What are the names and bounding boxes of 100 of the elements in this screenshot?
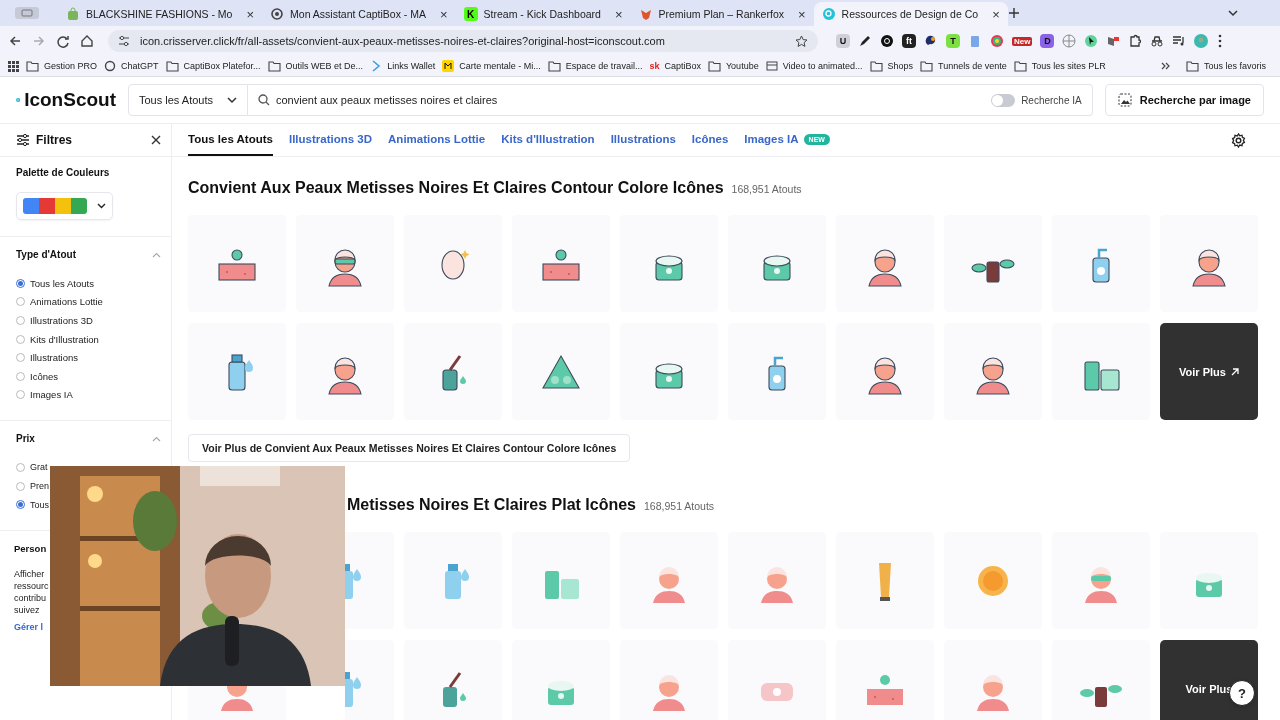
radio-option[interactable]: Icônes [16,370,58,382]
pen-icon[interactable] [858,34,872,48]
radio-option[interactable]: Tous [16,499,49,510]
icon-thumbnail[interactable] [345,532,394,629]
icon-thumbnail[interactable] [188,323,286,420]
chevron-icon[interactable] [152,251,161,258]
icon-thumbnail[interactable] [1052,532,1150,629]
forward-icon[interactable] [32,34,46,48]
close-icon[interactable]: × [992,6,1000,22]
icon-thumbnail[interactable] [512,640,610,720]
bookmark-item[interactable]: Video to animated... [765,60,863,72]
ring-icon[interactable] [880,34,894,48]
close-icon[interactable]: × [797,6,806,22]
icon-thumbnail[interactable] [836,640,934,720]
icon-thumbnail[interactable] [1052,640,1150,720]
bookmark-item[interactable]: Shops [869,60,914,72]
radio-option[interactable]: Kits d'Illustration [16,333,99,345]
icon-thumbnail[interactable] [944,215,1042,312]
see-all-button[interactable]: Voir Plus de Convient Aux Peaux Metisses Noires Et Claires Contour Colore Icônes [188,434,631,462]
see-more-button[interactable]: Voir Plus [1160,323,1258,420]
icon-thumbnail[interactable] [1160,215,1258,312]
chevron-icon[interactable] [152,435,161,442]
site-settings-icon[interactable] [118,35,130,47]
asset-tab[interactable]: Kits d'Illustration [501,124,595,156]
globe-icon[interactable] [1062,34,1077,48]
bookmark-item[interactable]: Tous les favoris [1185,60,1266,72]
bookmark-item[interactable]: Outils WEB et De... [267,60,364,72]
asset-tab[interactable]: Icônes [691,124,729,156]
asset-tab[interactable]: Illustrations 3D [289,124,373,156]
icon-thumbnail[interactable] [512,532,610,629]
icon-thumbnail[interactable] [728,640,826,720]
new-tab-icon[interactable] [1007,7,1020,19]
incognito-icon[interactable] [1150,34,1165,48]
icon-thumbnail[interactable] [188,215,286,312]
icon-thumbnail[interactable] [296,323,394,420]
close-icon[interactable]: × [246,6,255,22]
color-palette-dropdown[interactable] [16,192,113,220]
asset-tab[interactable]: Tous les Atouts [188,124,273,156]
icon-thumbnail[interactable] [404,640,502,720]
bookmark-item[interactable]: Tunnels de vente [920,60,1007,72]
bookmark-item[interactable]: Gestion PRO [26,60,98,72]
icon-thumbnail[interactable] [944,323,1042,420]
icon-thumbnail[interactable] [404,323,502,420]
image-search-button[interactable]: Recherche par image [1104,84,1264,116]
bookmark-item[interactable]: Links Wallet [370,60,436,72]
extension-icon[interactable]: T [946,34,960,48]
reload-icon[interactable] [56,34,70,48]
icon-thumbnail[interactable] [728,215,826,312]
close-icon[interactable] [151,135,161,145]
icon-thumbnail[interactable] [620,532,718,629]
flag-icon[interactable] [1106,34,1121,48]
radio-option[interactable]: Tous les Atouts [16,277,94,289]
more-menu-icon[interactable] [1218,34,1223,48]
radio-option[interactable]: Grat [16,462,48,473]
bookmark-item[interactable]: Tous les sites PLR [1013,60,1106,72]
bookmark-star-icon[interactable] [795,34,808,48]
icon-thumbnail[interactable] [728,532,826,629]
icon-thumbnail[interactable] [836,532,934,629]
extensions-icon[interactable] [1128,34,1143,48]
overflow-chevron-icon[interactable] [1160,61,1171,71]
category-dropdown[interactable]: Tous les Atouts [128,84,248,116]
settings-icon[interactable] [1231,132,1246,148]
icon-thumbnail[interactable] [944,640,1042,720]
bookmark-item[interactable]: CaptiBox Platefor... [165,60,261,72]
apps-grid-icon[interactable] [8,60,19,72]
browser-tab[interactable]: Mon Assistant CaptiBox - MA × [262,2,456,26]
cursor-icon[interactable] [1084,34,1099,48]
manage-link[interactable]: Gérer l [14,621,44,632]
icon-thumbnail[interactable] [620,323,718,420]
icon-thumbnail[interactable] [944,532,1042,629]
asset-tab[interactable]: Illustrations [610,124,676,156]
toggle-switch[interactable] [991,93,1016,107]
icon-thumbnail[interactable] [512,323,610,420]
icon-thumbnail[interactable] [620,640,718,720]
home-icon[interactable] [80,34,94,48]
asset-tab[interactable]: Animations Lottie [388,124,486,156]
back-icon[interactable] [8,34,22,48]
icon-thumbnail[interactable] [1052,323,1150,420]
icon-thumbnail[interactable] [296,215,394,312]
profile-avatar-icon[interactable] [1194,34,1209,48]
bookmark-item[interactable]: Espace de travail... [547,60,643,72]
icon-thumbnail[interactable] [404,532,502,629]
bookmark-item[interactable]: ChatGPT [104,60,159,72]
icon-thumbnail[interactable] [836,323,934,420]
icon-thumbnail[interactable] [512,215,610,312]
playlist-icon[interactable] [1172,34,1187,48]
bookmark-item[interactable]: sk CaptiBox [649,61,701,71]
radio-option[interactable]: Illustrations 3D [16,315,93,326]
radio-option[interactable]: Illustrations [16,352,79,364]
icon-thumbnail[interactable] [1052,215,1150,312]
swirl-icon[interactable] [924,34,938,48]
extension-icon[interactable]: D [1040,34,1055,48]
search-field[interactable]: convient aux peaux metisses noires et claires [248,84,992,116]
browser-tab[interactable]: Premium Plan – Rankerfox × [630,2,814,26]
radio-option[interactable]: Images IA [16,389,73,401]
close-icon[interactable]: × [614,6,623,22]
bookmark-item[interactable]: Carte mentale - Mi... [442,60,541,72]
browser-tab[interactable]: K Stream - Kick Dashboard × [455,2,631,26]
icon-thumbnail[interactable] [1160,532,1258,629]
search-input[interactable]: convient aux peaux metisses noires et claires [276,94,982,106]
